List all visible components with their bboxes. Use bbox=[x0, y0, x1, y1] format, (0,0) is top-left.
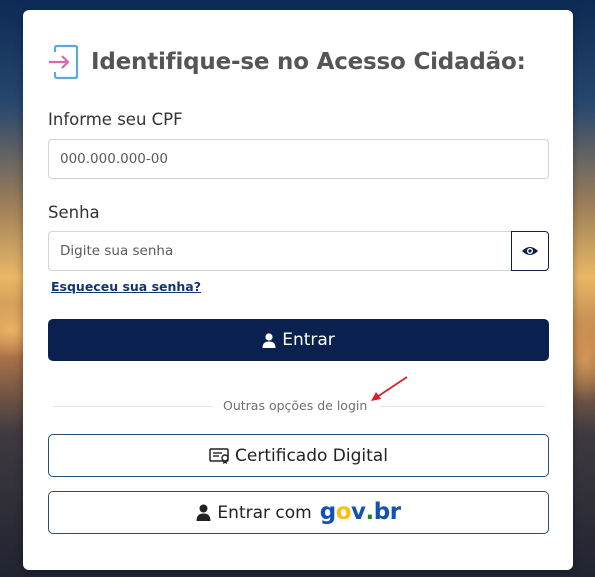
cpf-label: Informe seu CPF bbox=[48, 110, 183, 129]
login-arrow-icon bbox=[49, 44, 79, 80]
user-icon bbox=[262, 332, 276, 348]
login-card: Identifique-se no Acesso Cidadão: Inform… bbox=[23, 10, 573, 570]
govbr-logo-dot: . bbox=[365, 499, 375, 525]
login-button[interactable]: Entrar bbox=[48, 319, 549, 361]
govbr-logo-o: o bbox=[335, 499, 352, 525]
password-label: Senha bbox=[48, 203, 100, 222]
govbr-logo-g: g bbox=[319, 499, 336, 525]
cpf-input[interactable] bbox=[48, 139, 549, 179]
certificate-button-label: Certificado Digital bbox=[235, 445, 388, 466]
page-title: Identifique-se no Acesso Cidadão: bbox=[91, 49, 526, 75]
govbr-logo-r: r bbox=[389, 499, 401, 525]
title-row: Identifique-se no Acesso Cidadão: bbox=[47, 44, 526, 80]
govbr-logo-b: b bbox=[373, 499, 390, 525]
password-input[interactable] bbox=[48, 231, 511, 271]
govbr-logo: gov.br bbox=[320, 501, 401, 524]
user-icon bbox=[196, 504, 211, 521]
certificate-icon bbox=[209, 447, 229, 464]
divider-left bbox=[53, 406, 213, 407]
eye-icon bbox=[522, 247, 538, 255]
govbr-logo-v: v bbox=[351, 499, 366, 525]
show-password-button[interactable] bbox=[511, 231, 549, 271]
govbr-button-label: Entrar com bbox=[217, 502, 312, 523]
certificate-login-button[interactable]: Certificado Digital bbox=[48, 434, 549, 477]
annotation-arrow-icon bbox=[371, 376, 408, 401]
other-options-label: Outras opções de login bbox=[223, 398, 368, 413]
forgot-password-link[interactable]: Esqueceu sua senha? bbox=[51, 279, 201, 294]
divider-right bbox=[380, 406, 545, 407]
govbr-login-button[interactable]: Entrar com gov.br bbox=[48, 491, 549, 534]
login-button-label: Entrar bbox=[282, 330, 335, 350]
